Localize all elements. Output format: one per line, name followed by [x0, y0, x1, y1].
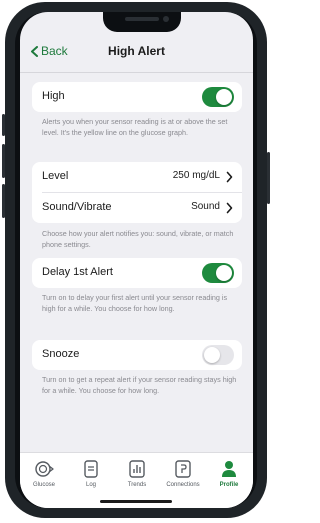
- tab-label: Glucose: [32, 482, 55, 488]
- sound-value: Sound: [191, 201, 220, 212]
- log-icon: [84, 460, 98, 478]
- high-label: High: [42, 90, 65, 102]
- sound-row[interactable]: Sound/Vibrate Sound: [32, 193, 242, 223]
- high-toggle[interactable]: [202, 87, 234, 107]
- delay-help-text: Turn on to delay your first alert until …: [42, 293, 228, 313]
- tab-label: Log: [85, 482, 96, 488]
- home-indicator: [100, 500, 172, 503]
- volume-button: [2, 144, 5, 178]
- power-button: [267, 152, 270, 204]
- tab-connections[interactable]: Connections: [161, 459, 205, 488]
- trends-icon: [129, 460, 145, 478]
- snooze-help-text: Turn on to get a repeat alert if your se…: [42, 375, 237, 395]
- snooze-card: Snooze: [32, 340, 242, 370]
- tab-glucose[interactable]: Glucose: [22, 459, 66, 488]
- nav-bar: Back High Alert: [20, 42, 253, 62]
- volume-button: [2, 114, 5, 136]
- connections-icon: [175, 460, 191, 478]
- settings-help-text: Choose how your alert notifies you: soun…: [42, 229, 234, 249]
- tab-profile[interactable]: Profile: [207, 459, 251, 488]
- toggle-knob: [216, 89, 232, 105]
- snooze-row: Snooze: [32, 340, 242, 370]
- glucose-icon: [35, 461, 54, 477]
- level-row[interactable]: Level 250 mg/dL: [32, 162, 242, 192]
- app-screen: Back High Alert High Alerts you when you…: [20, 12, 253, 508]
- profile-icon: [222, 461, 236, 477]
- level-value: 250 mg/dL: [172, 170, 220, 181]
- snooze-label: Snooze: [42, 348, 80, 360]
- nav-divider: [20, 72, 253, 73]
- settings-card: Level 250 mg/dL Sound/Vibrate Sound: [32, 162, 242, 223]
- high-help-text: Alerts you when your sensor reading is a…: [42, 117, 228, 137]
- tab-label: Profile: [219, 482, 239, 488]
- page-title: High Alert: [108, 44, 165, 58]
- delay-toggle[interactable]: [202, 263, 234, 283]
- tab-log[interactable]: Log: [69, 459, 113, 488]
- chevron-right-icon: [226, 202, 233, 214]
- camera: [163, 16, 169, 22]
- delay-row: Delay 1st Alert: [32, 258, 242, 288]
- tab-trends[interactable]: Trends: [115, 459, 159, 488]
- chevron-right-icon: [226, 171, 233, 183]
- volume-button: [2, 184, 5, 218]
- speaker: [125, 17, 159, 21]
- toggle-knob: [216, 265, 232, 281]
- high-row: High: [32, 82, 242, 112]
- level-label: Level: [42, 170, 69, 182]
- delay-label: Delay 1st Alert: [42, 266, 113, 278]
- delay-card: Delay 1st Alert: [32, 258, 242, 288]
- notch: [103, 12, 181, 32]
- toggle-knob: [204, 347, 220, 363]
- snooze-toggle[interactable]: [202, 345, 234, 365]
- tab-label: Trends: [127, 482, 147, 488]
- high-card: High: [32, 82, 242, 112]
- sound-label: Sound/Vibrate: [42, 201, 112, 213]
- tab-label: Connections: [166, 482, 200, 488]
